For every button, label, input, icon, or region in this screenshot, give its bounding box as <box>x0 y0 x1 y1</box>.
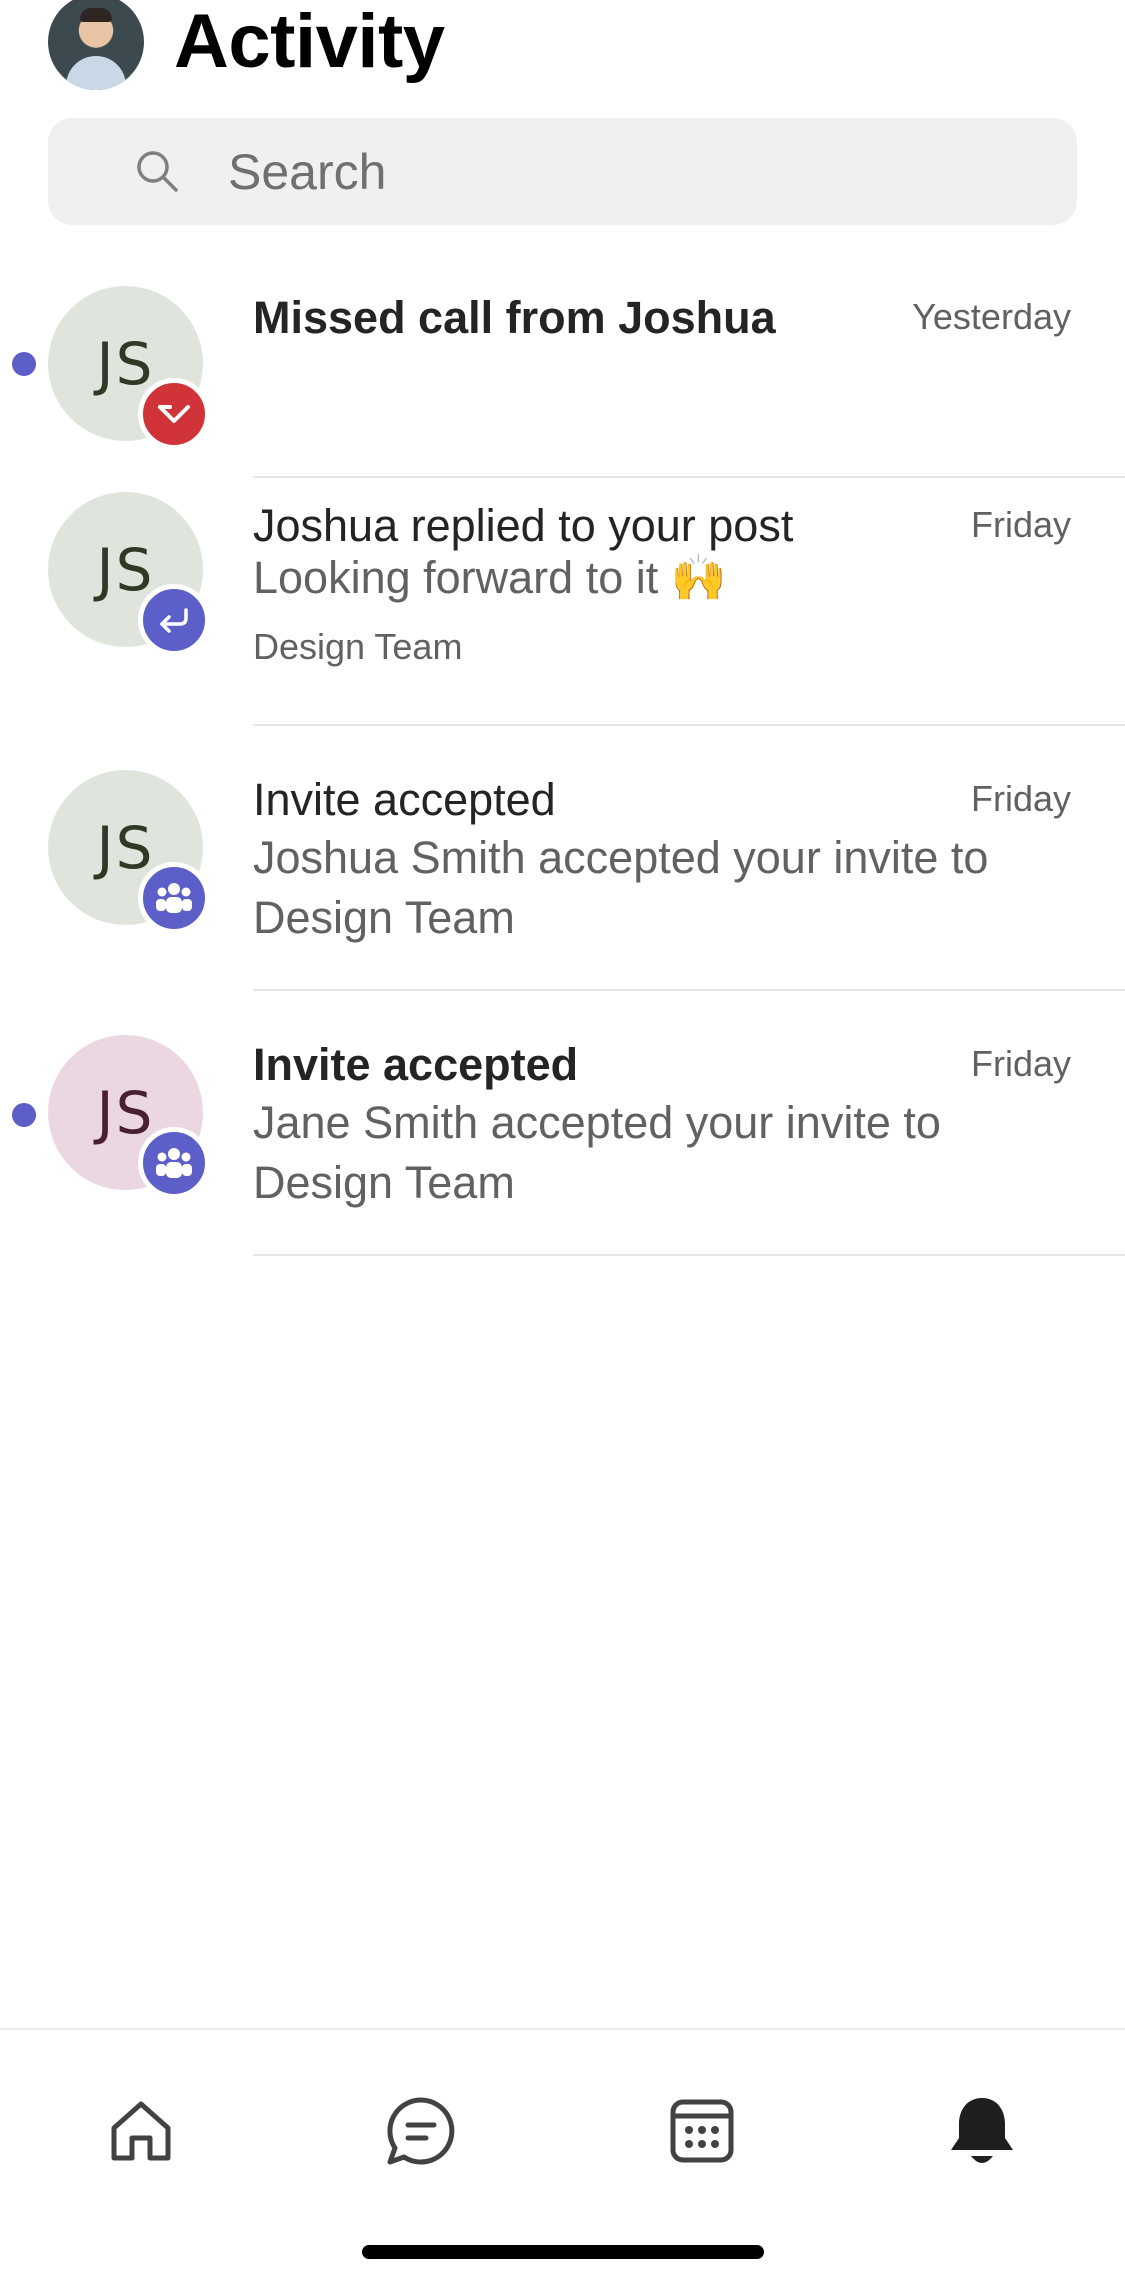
activity-message: Joshua Smith accepted your invite to Des… <box>253 832 989 943</box>
search-input[interactable] <box>228 118 1048 225</box>
profile-avatar[interactable] <box>48 0 144 90</box>
activity-title: Invite accepted <box>253 1039 579 1090</box>
activity-list: JS Missed call from Joshua Yesterday JS … <box>0 270 1125 1256</box>
team-icon <box>138 1127 210 1199</box>
activity-item[interactable]: JS Invite accepted Friday Jane Smith acc… <box>0 991 1125 1256</box>
activity-title: Invite accepted <box>253 774 556 825</box>
unread-dot <box>12 1103 36 1127</box>
nav-home-button[interactable] <box>86 2076 196 2186</box>
activity-time: Friday <box>970 778 1071 819</box>
activity-title: Missed call from Joshua <box>253 292 776 343</box>
activity-message: Jane Smith accepted your invite to Desig… <box>253 1097 941 1208</box>
chat-icon <box>387 2097 455 2165</box>
nav-activity-button[interactable] <box>927 2076 1037 2186</box>
activity-channel: Design Team <box>253 626 463 667</box>
divider <box>253 1254 1125 1256</box>
bell-icon <box>951 2098 1013 2163</box>
nav-chat-button[interactable] <box>366 2076 476 2186</box>
unread-dot <box>12 352 36 376</box>
activity-title: Joshua replied to your post <box>253 500 794 551</box>
activity-message: Looking forward to it 🙌 <box>253 552 727 603</box>
activity-item[interactable]: JS Joshua replied to your post Friday Lo… <box>0 478 1125 726</box>
search-bar[interactable] <box>48 118 1077 225</box>
activity-item[interactable]: JS Missed call from Joshua Yesterday <box>0 270 1125 478</box>
team-icon <box>138 862 210 934</box>
home-indicator[interactable] <box>362 2245 764 2259</box>
search-icon <box>137 151 178 192</box>
activity-time: Yesterday <box>912 296 1071 337</box>
header: Activity <box>0 0 1125 110</box>
missed-call-icon <box>138 378 210 450</box>
reply-icon <box>138 584 210 656</box>
page-title: Activity <box>174 0 445 84</box>
activity-item[interactable]: JS Invite accepted Friday Joshua Smith a… <box>0 726 1125 991</box>
nav-calendar-button[interactable] <box>647 2076 757 2186</box>
activity-time: Friday <box>970 1043 1071 1084</box>
activity-time: Friday <box>970 504 1071 545</box>
home-icon <box>111 2101 171 2161</box>
calendar-icon <box>670 2099 734 2163</box>
